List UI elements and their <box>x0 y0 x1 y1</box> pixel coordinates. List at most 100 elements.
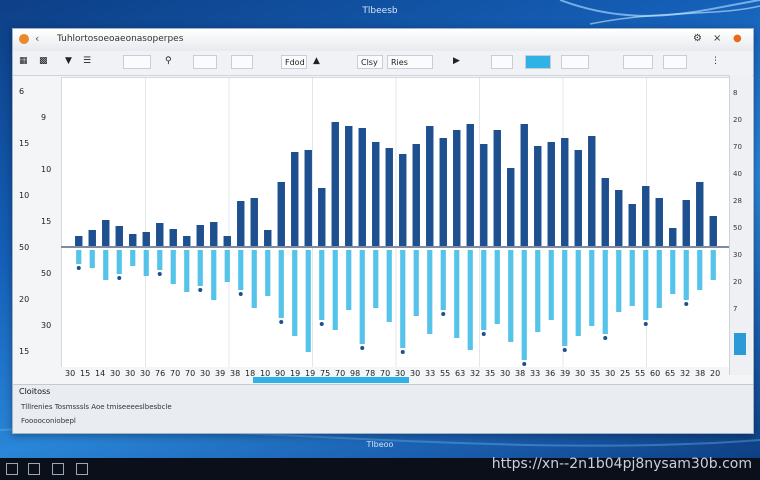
bar-top-32[interactable] <box>493 130 501 248</box>
plot-area[interactable] <box>61 77 731 369</box>
bar-bottom-1[interactable] <box>76 250 82 264</box>
bar-bottom-12[interactable] <box>224 250 230 282</box>
toolbar-button-7[interactable] <box>663 55 687 69</box>
bar-bottom-16[interactable] <box>278 250 284 318</box>
bar-bottom-38[interactable] <box>575 250 581 336</box>
bar-top-24[interactable] <box>385 148 393 248</box>
toolbar-button-2[interactable] <box>193 55 217 69</box>
play-icon[interactable]: ▶ <box>453 56 460 66</box>
bar-bottom-24[interactable] <box>386 250 392 322</box>
bar-top-40[interactable] <box>601 178 609 248</box>
bar-top-22[interactable] <box>358 128 366 248</box>
bar-bottom-31[interactable] <box>481 250 487 330</box>
bar-bottom-5[interactable] <box>130 250 136 266</box>
taskbar-app-icon-2[interactable] <box>52 463 64 475</box>
bar-bottom-27[interactable] <box>427 250 433 334</box>
bar-bottom-29[interactable] <box>454 250 460 338</box>
taskbar-app-icon-1[interactable] <box>28 463 40 475</box>
bar-top-29[interactable] <box>453 130 461 248</box>
bar-bottom-10[interactable] <box>197 250 203 286</box>
profile-icon[interactable]: ● <box>733 33 742 44</box>
marker-icon[interactable]: ▲ <box>313 56 320 66</box>
close-icon[interactable]: × <box>713 33 721 44</box>
bar-top-25[interactable] <box>399 154 407 248</box>
bar-top-43[interactable] <box>642 186 650 248</box>
bar-top-30[interactable] <box>466 124 474 248</box>
bar-top-44[interactable] <box>655 198 663 248</box>
bar-bottom-37[interactable] <box>562 250 568 346</box>
bar-top-31[interactable] <box>480 144 488 248</box>
bar-bottom-42[interactable] <box>629 250 635 306</box>
columns-icon[interactable]: ☰ <box>83 56 91 66</box>
bar-bottom-9[interactable] <box>184 250 190 292</box>
bar-bottom-35[interactable] <box>535 250 541 332</box>
bar-bottom-8[interactable] <box>170 250 176 284</box>
bar-bottom-15[interactable] <box>265 250 271 296</box>
bar-top-48[interactable] <box>709 216 717 248</box>
bar-top-35[interactable] <box>534 146 542 248</box>
more-icon[interactable]: ⋮ <box>711 56 720 66</box>
bar-bottom-34[interactable] <box>521 250 527 360</box>
back-icon[interactable]: ‹ <box>35 32 39 45</box>
bar-top-34[interactable] <box>520 124 528 248</box>
bar-top-26[interactable] <box>412 144 420 248</box>
bar-top-28[interactable] <box>439 138 447 248</box>
bar-bottom-25[interactable] <box>400 250 406 348</box>
bar-bottom-7[interactable] <box>157 250 163 270</box>
bar-top-4[interactable] <box>115 226 123 248</box>
bar-bottom-18[interactable] <box>305 250 311 352</box>
bar-bottom-39[interactable] <box>589 250 595 326</box>
bar-top-42[interactable] <box>628 204 636 248</box>
bar-top-19[interactable] <box>318 188 326 248</box>
bar-bottom-40[interactable] <box>602 250 608 334</box>
bar-bottom-28[interactable] <box>440 250 446 310</box>
field-b[interactable]: Clsy <box>357 55 383 69</box>
toolbar-button-4[interactable] <box>491 55 513 69</box>
bar-bottom-3[interactable] <box>103 250 109 280</box>
bar-top-36[interactable] <box>547 142 555 248</box>
bar-bottom-4[interactable] <box>116 250 122 274</box>
toolbar-button-1[interactable] <box>123 55 151 69</box>
bar-top-17[interactable] <box>291 152 299 248</box>
bar-bottom-36[interactable] <box>548 250 554 320</box>
bar-top-41[interactable] <box>615 190 623 248</box>
bar-bottom-45[interactable] <box>670 250 676 294</box>
bar-bottom-17[interactable] <box>292 250 298 336</box>
bar-bottom-32[interactable] <box>494 250 500 324</box>
bar-bottom-6[interactable] <box>143 250 149 276</box>
bar-top-33[interactable] <box>507 168 515 248</box>
bar-bottom-14[interactable] <box>251 250 257 308</box>
bar-bottom-23[interactable] <box>373 250 379 308</box>
bar-top-16[interactable] <box>277 182 285 248</box>
bar-bottom-22[interactable] <box>359 250 365 344</box>
bar-bottom-47[interactable] <box>697 250 703 290</box>
bar-top-14[interactable] <box>250 198 258 248</box>
bar-top-21[interactable] <box>345 126 353 248</box>
bar-top-10[interactable] <box>196 225 204 248</box>
bar-top-45[interactable] <box>669 228 677 248</box>
start-icon[interactable] <box>6 463 18 475</box>
bar-top-11[interactable] <box>210 222 218 248</box>
bar-top-38[interactable] <box>574 150 582 248</box>
bar-top-47[interactable] <box>696 182 704 248</box>
bar-bottom-20[interactable] <box>332 250 338 330</box>
field-a[interactable]: Fdod <box>281 55 307 69</box>
horizontal-scroll-thumb[interactable] <box>253 377 409 383</box>
bar-top-39[interactable] <box>588 136 596 248</box>
bar-bottom-19[interactable] <box>319 250 325 320</box>
bar-top-3[interactable] <box>102 220 110 248</box>
bar-top-46[interactable] <box>682 200 690 248</box>
chart-icon[interactable]: ▩ <box>39 56 48 66</box>
grid-icon[interactable]: ▦ <box>19 56 28 66</box>
bar-top-18[interactable] <box>304 150 312 248</box>
field-c[interactable]: Ries <box>387 55 433 69</box>
bar-bottom-11[interactable] <box>211 250 217 300</box>
toolbar-button-3[interactable] <box>231 55 253 69</box>
bar-bottom-44[interactable] <box>656 250 662 308</box>
bar-top-23[interactable] <box>372 142 380 248</box>
bar-bottom-43[interactable] <box>643 250 649 320</box>
bar-bottom-41[interactable] <box>616 250 622 312</box>
vertical-scroll-thumb[interactable] <box>734 333 746 355</box>
bar-top-13[interactable] <box>237 201 245 248</box>
toolbar-button-6[interactable] <box>623 55 653 69</box>
